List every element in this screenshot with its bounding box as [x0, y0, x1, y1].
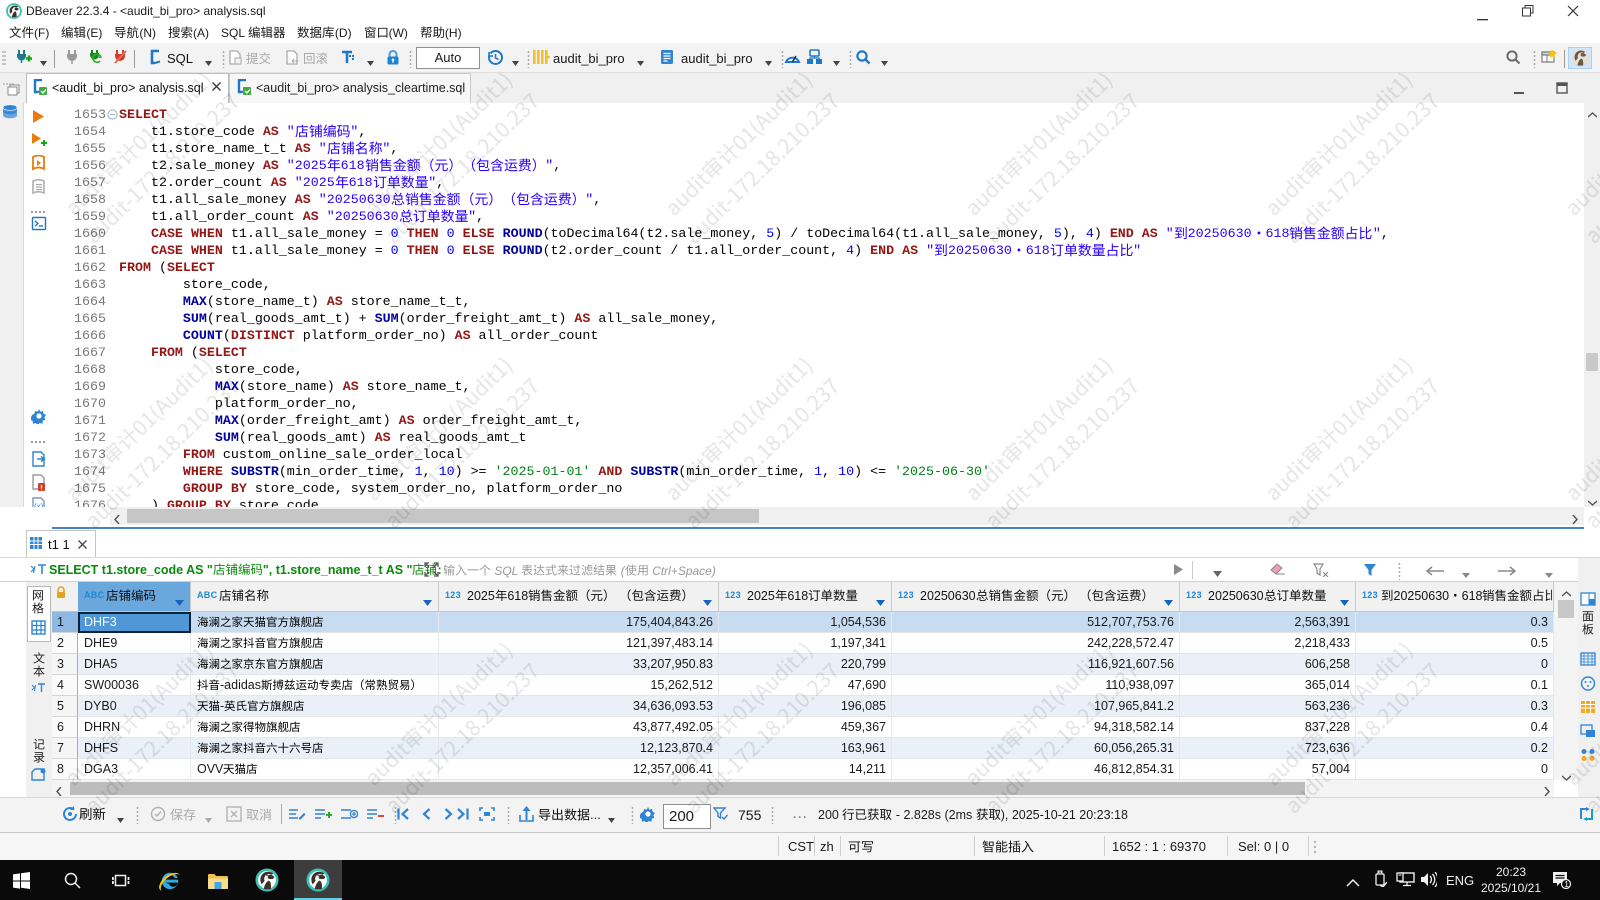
svg-text:1: 1 [1564, 880, 1569, 889]
